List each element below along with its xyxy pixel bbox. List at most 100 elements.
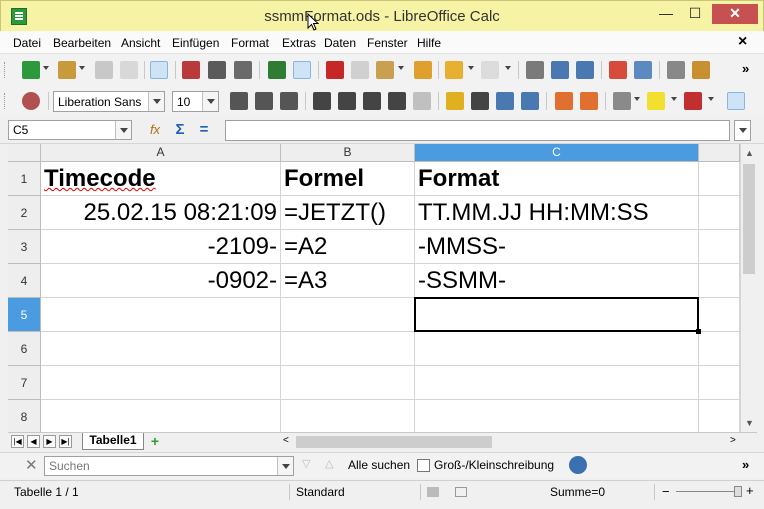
print-preview-icon[interactable] — [234, 61, 252, 79]
justify-icon[interactable] — [388, 92, 406, 110]
sheet-tab-tabelle1[interactable]: Tabelle1 — [82, 433, 144, 450]
formula-input[interactable] — [225, 120, 730, 141]
chevron-down-icon[interactable] — [202, 92, 218, 111]
cell-c7[interactable] — [415, 366, 699, 400]
scroll-right-icon[interactable]: > — [730, 435, 736, 446]
cell-d1[interactable] — [699, 162, 740, 196]
scroll-left-icon[interactable]: < — [283, 435, 289, 446]
cell-b5[interactable] — [281, 298, 415, 332]
cell-b7[interactable] — [281, 366, 415, 400]
cell-b8[interactable] — [281, 400, 415, 432]
cell-d4[interactable] — [699, 264, 740, 298]
select-all-corner[interactable] — [8, 144, 41, 162]
row-header-7[interactable]: 7 — [8, 366, 41, 400]
function-wizard-icon[interactable]: fx — [145, 120, 165, 140]
toolbar-grip[interactable] — [4, 93, 7, 109]
decrease-indent-icon[interactable] — [580, 92, 598, 110]
cell-c8[interactable] — [415, 400, 699, 432]
new-icon[interactable] — [22, 61, 40, 79]
background-color-icon[interactable] — [647, 92, 665, 110]
cell-c2[interactable]: TT.MM.JJ HH:MM:SS — [415, 196, 699, 230]
chevron-down-icon[interactable] — [505, 66, 511, 70]
currency-icon[interactable] — [446, 92, 464, 110]
row-header-6[interactable]: 6 — [8, 332, 41, 366]
export-pdf-icon[interactable] — [182, 61, 200, 79]
zoom-slider-knob[interactable] — [734, 486, 742, 497]
row-header-8[interactable]: 8 — [8, 400, 41, 432]
digital-signature-icon[interactable] — [455, 487, 467, 497]
sort-desc-icon[interactable] — [576, 61, 594, 79]
save-icon[interactable] — [95, 61, 113, 79]
cell-d6[interactable] — [699, 332, 740, 366]
chevron-down-icon[interactable] — [708, 97, 714, 101]
align-center-icon[interactable] — [338, 92, 356, 110]
print-icon[interactable] — [208, 61, 226, 79]
stop-icon[interactable] — [667, 61, 685, 79]
cell-d2[interactable] — [699, 196, 740, 230]
sum-icon[interactable]: Σ — [170, 120, 190, 140]
menu-ansicht[interactable]: Ansicht — [121, 36, 160, 50]
italic-icon[interactable] — [255, 92, 273, 110]
chevron-down-icon[interactable] — [115, 121, 131, 139]
cell-d5[interactable] — [699, 298, 740, 332]
chevron-down-icon[interactable] — [398, 66, 404, 70]
cell-b2[interactable]: =JETZT() — [281, 196, 415, 230]
underline-icon[interactable] — [280, 92, 298, 110]
zoom-in-icon[interactable]: + — [746, 483, 754, 498]
font-name-box[interactable]: Liberation Sans — [53, 91, 165, 112]
spellcheck-icon[interactable] — [268, 61, 286, 79]
search-input[interactable]: Suchen — [44, 456, 294, 476]
cell-a4[interactable]: -0902- — [41, 264, 281, 298]
percent-icon[interactable] — [471, 92, 489, 110]
sidebar-toggle-icon[interactable] — [727, 92, 745, 110]
spreadsheet-grid[interactable]: A B C 1 2 3 4 5 6 7 8 Timecode Formel Fo… — [8, 144, 740, 432]
chevron-down-icon[interactable] — [468, 66, 474, 70]
toolbar-grip[interactable] — [4, 62, 7, 78]
cell-a7[interactable] — [41, 366, 281, 400]
row-header-2[interactable]: 2 — [8, 196, 41, 230]
undo-icon[interactable] — [445, 61, 463, 79]
chart-icon[interactable] — [609, 61, 627, 79]
last-sheet-icon[interactable]: ▶| — [59, 435, 72, 448]
cell-a5[interactable] — [41, 298, 281, 332]
find-next-icon[interactable]: ▽ — [302, 457, 310, 470]
cell-b4[interactable]: =A3 — [281, 264, 415, 298]
cell-c4[interactable]: -SSMM- — [415, 264, 699, 298]
expand-formula-bar-button[interactable] — [734, 120, 751, 141]
cut-icon[interactable] — [326, 61, 344, 79]
email-icon[interactable] — [120, 61, 138, 79]
vertical-scrollbar[interactable]: ▲ ▼ — [740, 144, 757, 432]
cell-a1[interactable]: Timecode — [41, 162, 281, 196]
row-header-3[interactable]: 3 — [8, 230, 41, 264]
more-find-options-button[interactable]: » — [742, 457, 749, 472]
borders-icon[interactable] — [613, 92, 631, 110]
add-sheet-icon[interactable]: + — [146, 434, 164, 449]
align-left-icon[interactable] — [313, 92, 331, 110]
autospell-icon[interactable] — [293, 61, 311, 79]
row-header-5[interactable]: 5 — [8, 298, 41, 332]
cell-a2[interactable]: 25.02.15 08:21:09 — [41, 196, 281, 230]
chevron-down-icon[interactable] — [277, 457, 293, 475]
cell-a6[interactable] — [41, 332, 281, 366]
copy-icon[interactable] — [351, 61, 369, 79]
chevron-down-icon[interactable] — [634, 97, 640, 101]
horizontal-scrollbar[interactable]: < > — [280, 435, 756, 449]
increase-indent-icon[interactable] — [555, 92, 573, 110]
find-previous-icon[interactable]: △ — [325, 457, 333, 470]
cell-c6[interactable] — [415, 332, 699, 366]
next-sheet-icon[interactable]: ▶ — [43, 435, 56, 448]
hyperlink-icon[interactable] — [526, 61, 544, 79]
find-replace-icon[interactable] — [569, 456, 587, 474]
sum-display[interactable]: Summe=0 — [550, 485, 605, 499]
find-all-button[interactable]: Alle suchen — [348, 458, 410, 472]
menu-einfuegen[interactable]: Einfügen — [172, 36, 219, 50]
horizontal-scroll-thumb[interactable] — [296, 436, 492, 448]
clone-format-icon[interactable] — [414, 61, 432, 79]
close-window-button[interactable]: ✕ — [712, 4, 758, 24]
formula-icon[interactable]: = — [194, 120, 214, 140]
menu-daten[interactable]: Daten — [324, 36, 356, 50]
column-header-a[interactable]: A — [41, 144, 281, 162]
menu-hilfe[interactable]: Hilfe — [417, 36, 441, 50]
cell-d3[interactable] — [699, 230, 740, 264]
close-document-button[interactable]: × — [738, 33, 747, 51]
